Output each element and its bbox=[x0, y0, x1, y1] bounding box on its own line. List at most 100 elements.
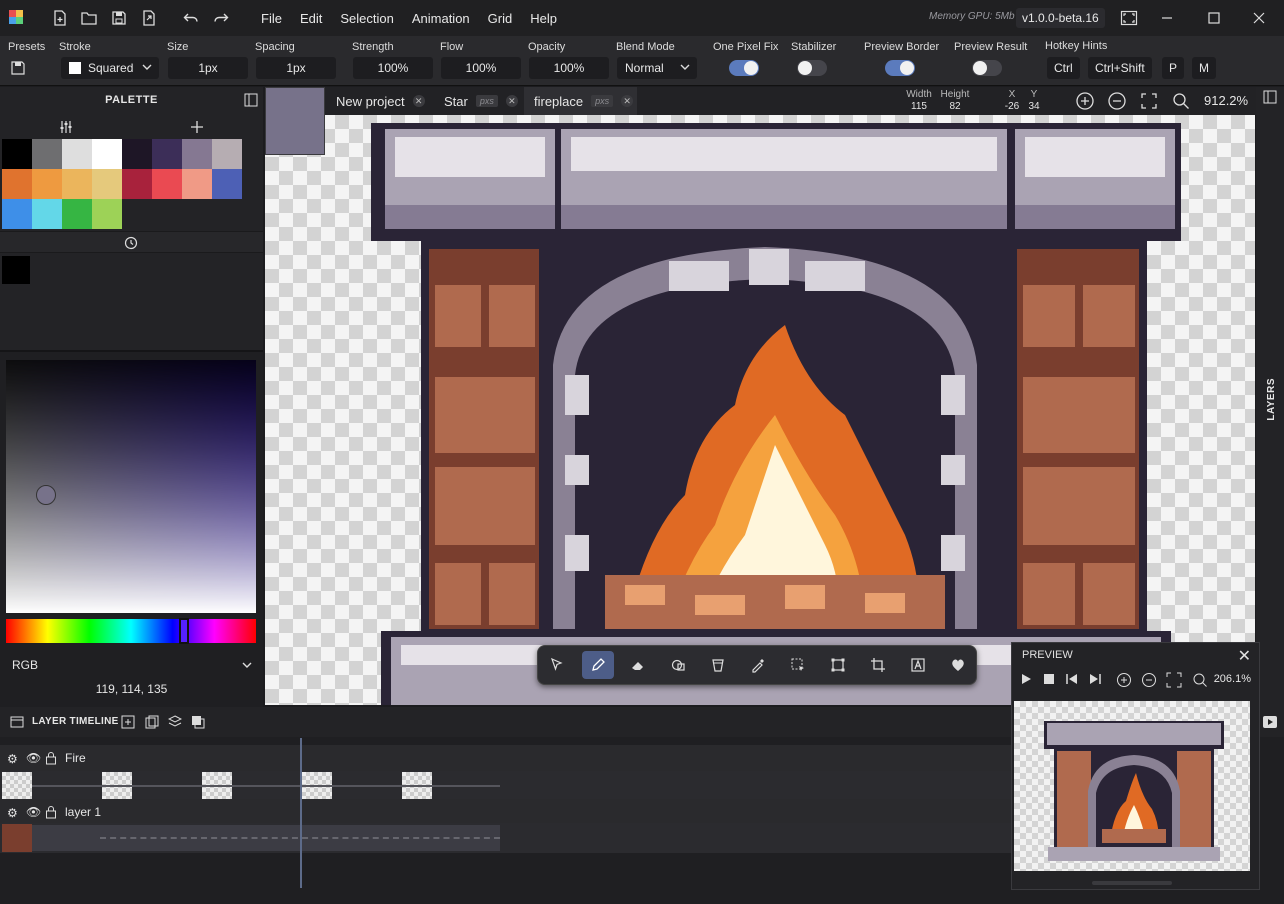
move-tool-icon[interactable] bbox=[542, 651, 574, 679]
eyedropper-icon[interactable] bbox=[742, 651, 774, 679]
timeline-playhead[interactable] bbox=[300, 738, 302, 888]
open-folder-icon[interactable] bbox=[79, 8, 99, 28]
palette-swatch[interactable] bbox=[92, 169, 122, 199]
palette-swatch[interactable] bbox=[152, 139, 182, 169]
next-frame-icon[interactable] bbox=[1088, 673, 1102, 685]
transform-tool-icon[interactable] bbox=[822, 651, 854, 679]
close-window-icon[interactable] bbox=[1247, 6, 1271, 30]
hotkey-ctrl[interactable]: Ctrl bbox=[1047, 57, 1080, 79]
hotkey-ctrl-shift[interactable]: Ctrl+Shift bbox=[1088, 57, 1152, 79]
blend-mode-select[interactable]: Normal bbox=[617, 57, 697, 79]
layer-settings-icon[interactable]: ⚙ bbox=[7, 806, 18, 820]
palette-swatch[interactable] bbox=[32, 199, 62, 229]
maximize-icon[interactable] bbox=[1202, 6, 1226, 30]
palette-swatch[interactable] bbox=[182, 139, 212, 169]
palette-swatch[interactable] bbox=[122, 169, 152, 199]
tab-new-project[interactable]: New project ✕ bbox=[325, 87, 429, 115]
duplicate-frame-icon[interactable] bbox=[145, 715, 159, 729]
selection-tool-icon[interactable] bbox=[782, 651, 814, 679]
eye-icon[interactable]: 👁 bbox=[26, 805, 41, 819]
fit-screen-icon[interactable] bbox=[1166, 672, 1182, 688]
sv-cursor[interactable] bbox=[36, 485, 56, 505]
menu-file[interactable]: File bbox=[252, 11, 291, 26]
lock-icon[interactable] bbox=[45, 805, 57, 819]
palette-swatch[interactable] bbox=[62, 169, 92, 199]
history-icon[interactable] bbox=[124, 236, 138, 250]
undo-icon[interactable] bbox=[181, 8, 201, 28]
current-color-swatch[interactable] bbox=[2, 256, 30, 284]
frame-thumbnail[interactable] bbox=[2, 824, 32, 852]
close-preview-icon[interactable]: ✕ bbox=[1238, 646, 1251, 666]
shape-tool-icon[interactable] bbox=[662, 651, 694, 679]
zoom-in-icon[interactable] bbox=[1116, 672, 1132, 688]
preview-zoom-level[interactable]: 206.1% bbox=[1214, 673, 1251, 685]
new-file-icon[interactable] bbox=[50, 8, 70, 28]
effects-tool-icon[interactable] bbox=[942, 651, 974, 679]
hotkey-p[interactable]: P bbox=[1162, 57, 1185, 79]
palette-swatch[interactable] bbox=[2, 169, 32, 199]
zoom-search-icon[interactable] bbox=[1192, 672, 1208, 688]
stroke-select[interactable]: Squared bbox=[61, 57, 159, 79]
stabilizer-toggle[interactable] bbox=[797, 60, 827, 76]
fullscreen-icon[interactable] bbox=[1117, 6, 1141, 30]
eye-icon[interactable]: 👁 bbox=[26, 751, 41, 765]
tab-fireplace[interactable]: fireplace pxs ✕ bbox=[524, 87, 637, 115]
save-icon[interactable] bbox=[109, 8, 129, 28]
panel-dock-icon[interactable] bbox=[244, 93, 258, 107]
layer-settings-icon[interactable]: ⚙ bbox=[7, 752, 18, 766]
color-mode-select[interactable]: RGB bbox=[0, 652, 263, 678]
palette-swatch[interactable] bbox=[2, 199, 32, 229]
palette-swatch[interactable] bbox=[32, 169, 62, 199]
presets-save-icon[interactable] bbox=[10, 60, 26, 76]
menu-animation[interactable]: Animation bbox=[403, 11, 479, 26]
play-preview-icon[interactable] bbox=[1263, 716, 1277, 728]
palette-swatch[interactable] bbox=[92, 199, 122, 229]
menu-help[interactable]: Help bbox=[521, 11, 566, 26]
palette-swatch[interactable] bbox=[152, 169, 182, 199]
zoom-level[interactable]: 912.2% bbox=[1204, 93, 1248, 108]
size-input[interactable]: 1px bbox=[168, 57, 248, 79]
zoom-out-icon[interactable] bbox=[1141, 672, 1157, 688]
palette-swatch[interactable] bbox=[212, 169, 242, 199]
saturation-value-box[interactable] bbox=[6, 360, 256, 613]
palette-swatch[interactable] bbox=[92, 139, 122, 169]
zoom-out-icon[interactable] bbox=[1107, 91, 1127, 111]
redo-icon[interactable] bbox=[211, 8, 231, 28]
previous-frame-icon[interactable] bbox=[1065, 673, 1079, 685]
merge-frames-icon[interactable] bbox=[191, 715, 205, 729]
panel-dock-icon[interactable] bbox=[1263, 90, 1277, 104]
fit-screen-icon[interactable] bbox=[1140, 92, 1158, 110]
hue-slider[interactable] bbox=[6, 618, 256, 644]
palette-settings-icon[interactable] bbox=[59, 120, 73, 134]
palette-swatch[interactable] bbox=[62, 199, 92, 229]
stop-icon[interactable] bbox=[1043, 673, 1055, 685]
play-icon[interactable] bbox=[1020, 673, 1032, 685]
one-pixel-fix-toggle[interactable] bbox=[729, 60, 759, 76]
palette-swatch[interactable] bbox=[62, 139, 92, 169]
opacity-input[interactable]: 100% bbox=[529, 57, 609, 79]
palette-swatch[interactable] bbox=[32, 139, 62, 169]
flow-input[interactable]: 100% bbox=[441, 57, 521, 79]
hotkey-m[interactable]: M bbox=[1192, 57, 1216, 79]
minimize-icon[interactable] bbox=[1155, 6, 1179, 30]
tab-star[interactable]: Star pxs ✕ bbox=[433, 87, 521, 115]
strength-input[interactable]: 100% bbox=[353, 57, 433, 79]
eraser-tool-icon[interactable] bbox=[622, 651, 654, 679]
palette-swatch[interactable] bbox=[2, 139, 32, 169]
palette-swatch[interactable] bbox=[182, 169, 212, 199]
menu-selection[interactable]: Selection bbox=[331, 11, 402, 26]
layer-row-layer-1[interactable]: ⚙ 👁 layer 1 bbox=[0, 799, 1012, 825]
export-icon[interactable] bbox=[139, 8, 159, 28]
add-color-icon[interactable] bbox=[190, 120, 204, 134]
add-frame-icon[interactable] bbox=[121, 715, 135, 729]
layer-row-fire[interactable]: ⚙ 👁 Fire bbox=[0, 745, 1012, 771]
lock-icon[interactable] bbox=[45, 751, 57, 765]
menu-edit[interactable]: Edit bbox=[291, 11, 331, 26]
menu-grid[interactable]: Grid bbox=[479, 11, 522, 26]
crop-tool-icon[interactable] bbox=[862, 651, 894, 679]
pencil-tool-icon[interactable] bbox=[582, 651, 614, 679]
palette-swatch[interactable] bbox=[122, 139, 152, 169]
layer-stack-icon[interactable] bbox=[168, 715, 182, 729]
layers-panel-tab[interactable]: LAYERS bbox=[1266, 378, 1277, 421]
preview-border-toggle[interactable] bbox=[885, 60, 915, 76]
